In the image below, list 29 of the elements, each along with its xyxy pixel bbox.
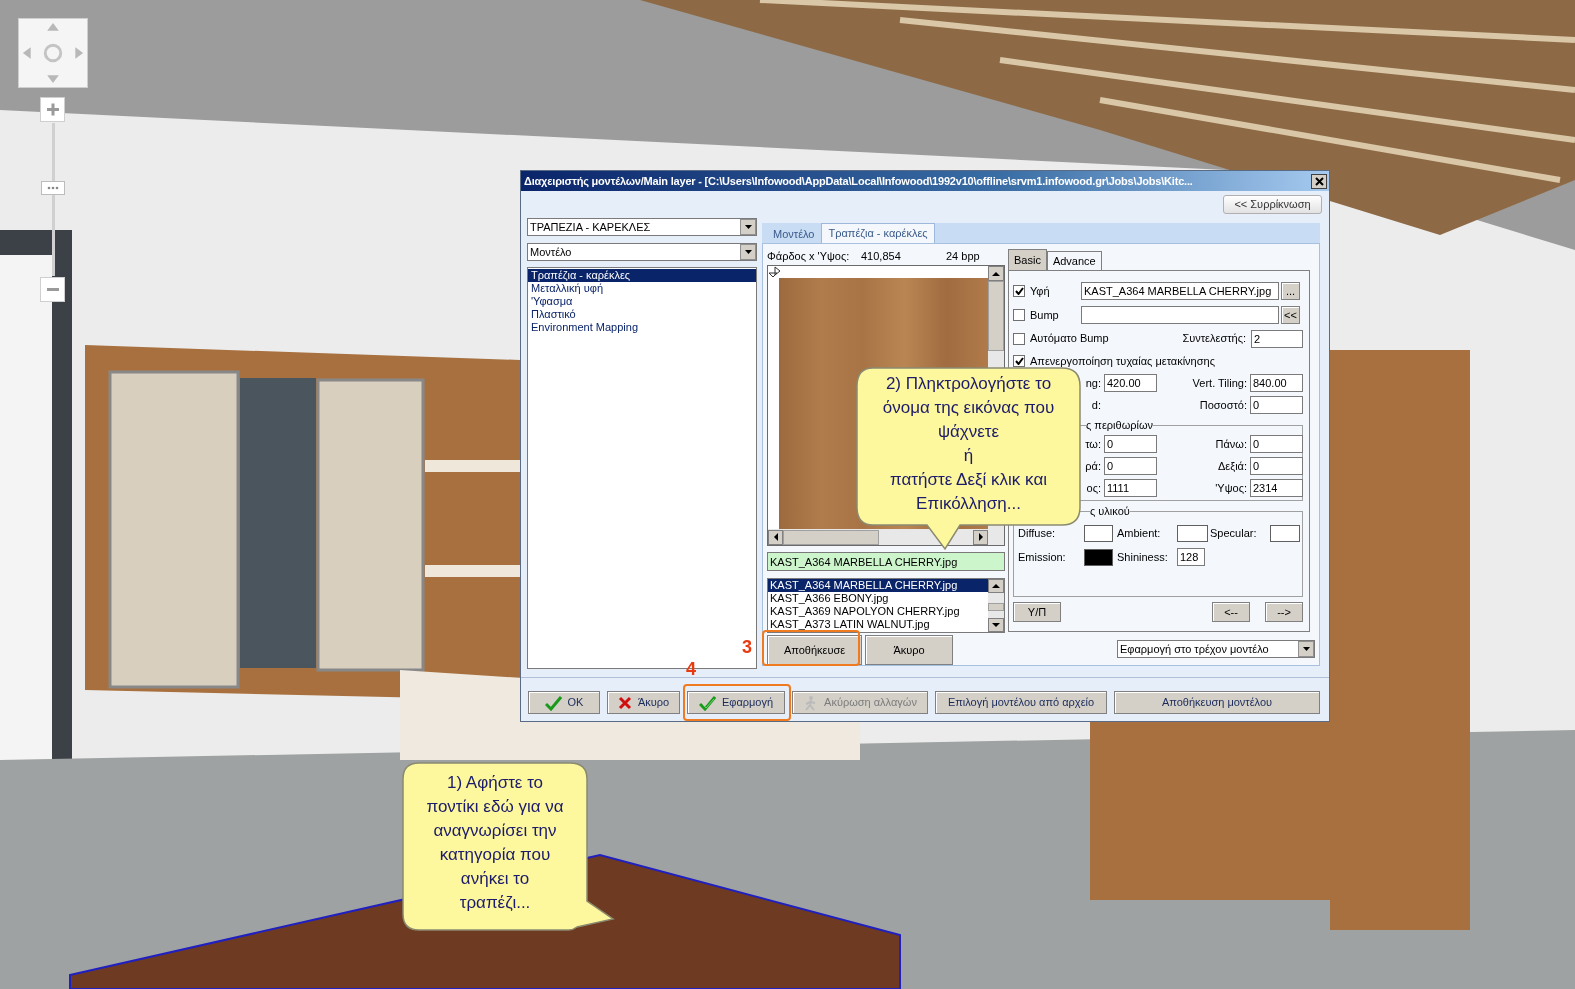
field-label: ng: (1085, 375, 1101, 391)
size-value: 410,854 (861, 248, 902, 264)
hint-tooltip: 1) Αφήστε το ποντίκι εδώ για να αναγνωρίσει την κατηγορία που ανήκει το τραπέζι... (401, 761, 616, 933)
size-label: Φάρδος x 'Υψος: (767, 248, 851, 264)
field-label: Δεξιά: (1217, 458, 1247, 474)
checkbox-label: Απενεργοποίηση τυχαίας μετακίνησης (1030, 353, 1215, 369)
color-depth-label: 24 bpp (946, 248, 980, 264)
checkbox-label: Αυτόματο Bump (1030, 331, 1110, 347)
checkbox-label: Υφή (1030, 283, 1051, 299)
field-label: τω: (1085, 436, 1101, 452)
field-label: ος: (1086, 480, 1101, 496)
field-label: Specular: (1209, 525, 1258, 541)
field-label: Vert. Tiling: (1192, 375, 1247, 391)
step-number: 4 (686, 658, 696, 681)
field-label: Πάνω: (1215, 436, 1247, 452)
field-label: Shininess: (1117, 549, 1169, 565)
field-label: Diffuse: (1018, 525, 1057, 541)
group-title: ς περιθωρίων (1086, 419, 1154, 431)
window-title: Διαχειριστής μοντέλων/Main layer - [C:\Users\Infowood\AppData\Local\Infowood\1992v10\offline\srvm1.infowood.gr\Jobs\Jobs\Kitc... (524, 173, 1194, 189)
field-label: d: (1091, 397, 1101, 413)
field-label: Συντελεστής: (1181, 331, 1246, 347)
field-label: ρά: (1085, 458, 1101, 474)
field-label: 'Υψος: (1215, 480, 1247, 496)
step-number: 3 (742, 636, 752, 659)
field-label: Ποσοστό: (1199, 397, 1247, 413)
checkbox-label: Bump (1030, 307, 1060, 323)
group-title: ς υλικού (1090, 505, 1130, 517)
field-label: Emission: (1018, 549, 1067, 565)
field-label: Ambient: (1117, 525, 1162, 541)
